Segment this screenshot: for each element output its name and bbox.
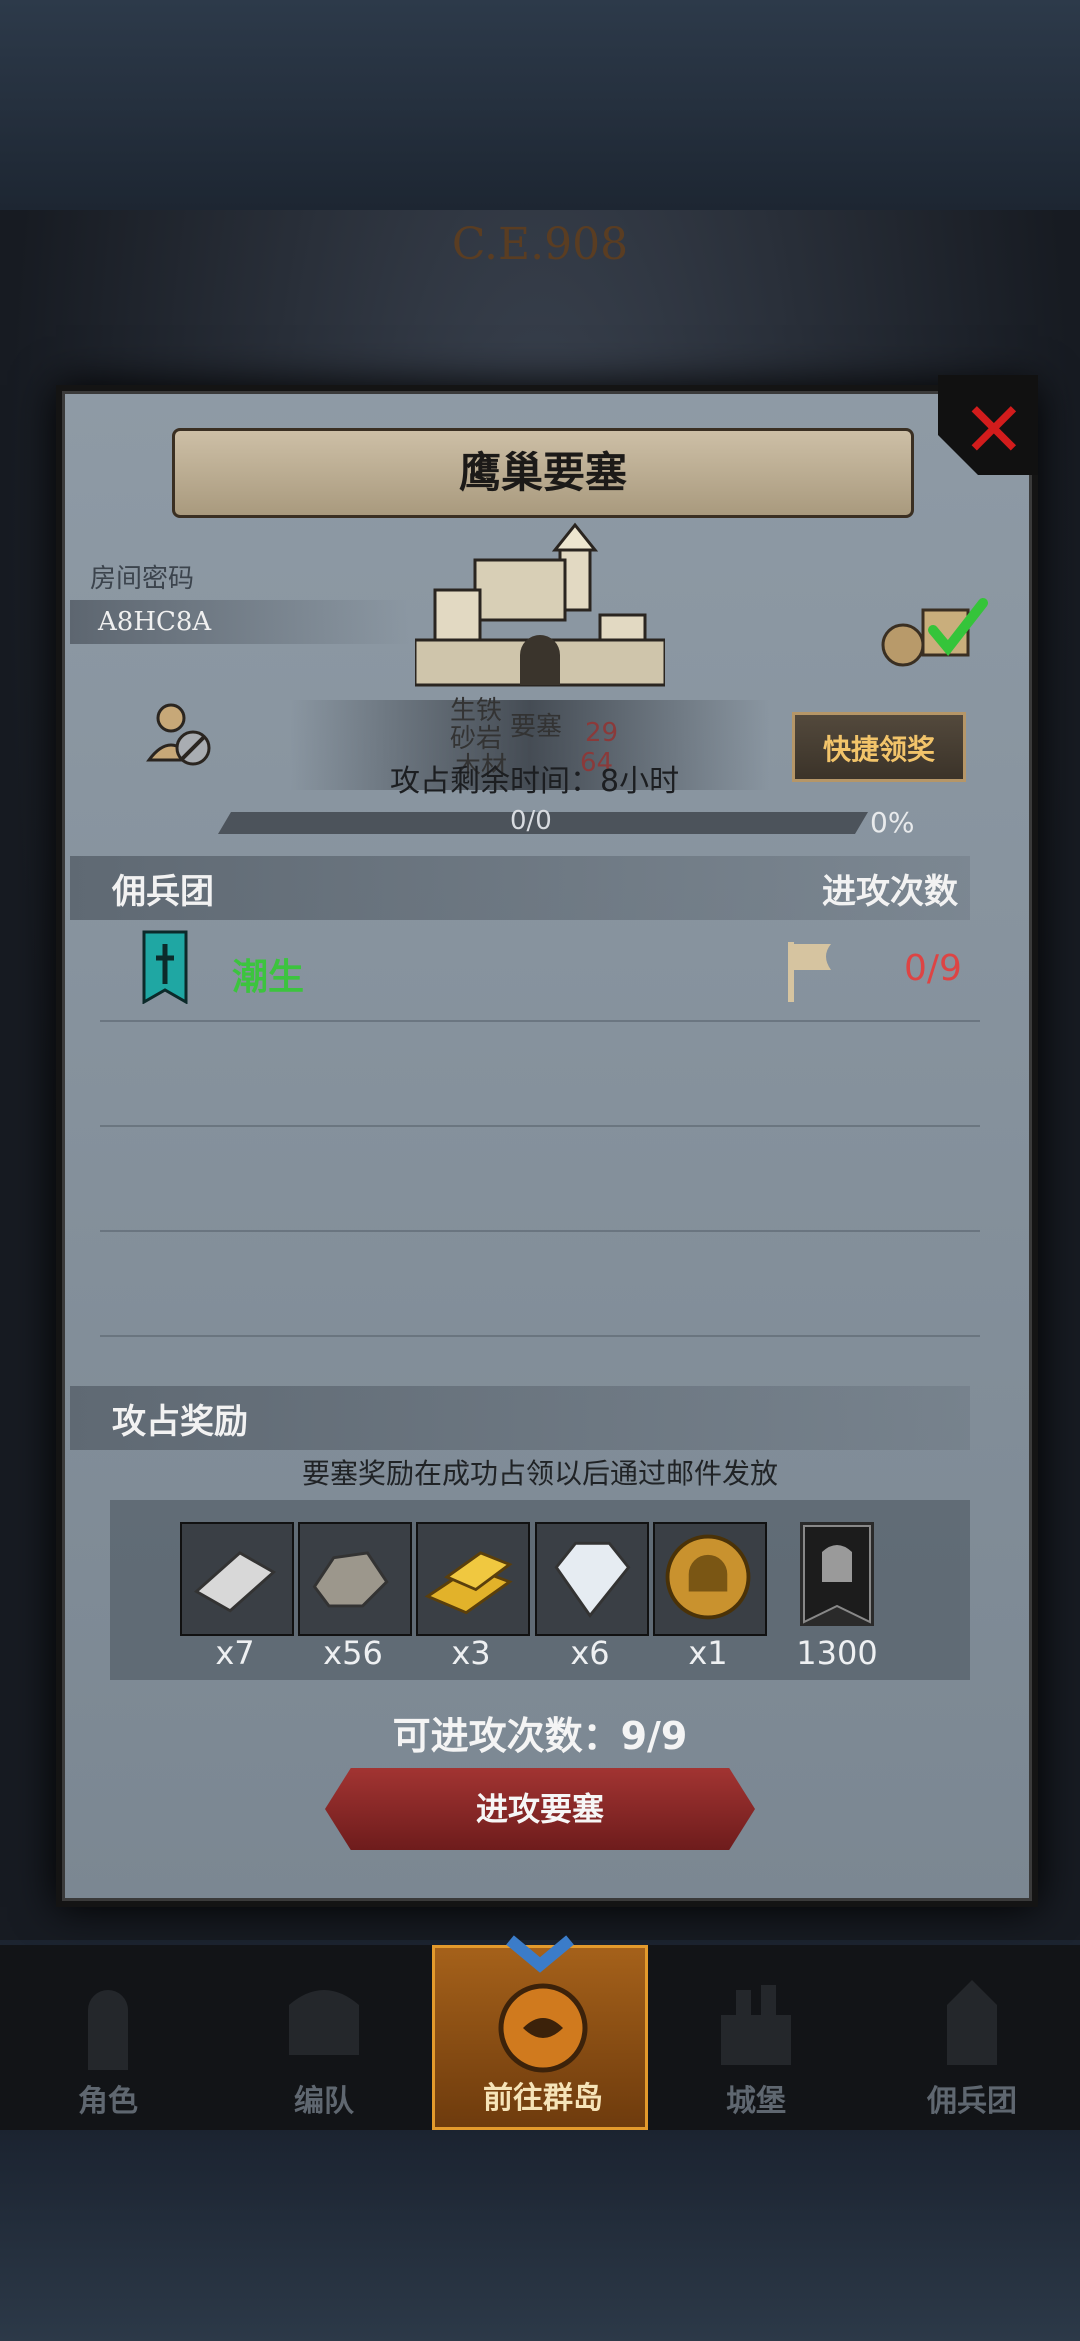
occupy-timer: 攻占剩余时间：8小时	[390, 764, 680, 799]
guild-banner-icon	[142, 930, 188, 1004]
list-divider	[100, 1020, 980, 1022]
nav-label: 佣兵团	[927, 2084, 1017, 2119]
reward-qty: x56	[323, 1634, 383, 1672]
reward-qty: x1	[688, 1634, 728, 1672]
room-code[interactable]: A8HC8A	[70, 600, 410, 644]
no-entry-person-icon[interactable]	[145, 700, 215, 770]
gold-bar-icon	[424, 1551, 513, 1615]
nav-item-mercenary[interactable]: 佣兵团	[864, 1945, 1080, 2130]
claimed-rewards-icon[interactable]	[878, 590, 998, 670]
fortress-icon	[947, 1980, 997, 2065]
reward-tile[interactable]	[180, 1522, 294, 1636]
chevron-down-icon	[506, 1935, 574, 1973]
mercenary-section-title: 佣兵团	[112, 872, 214, 912]
nav-item-character[interactable]: 角色	[0, 1945, 216, 2130]
reward-qty: x7	[215, 1634, 255, 1672]
stone-icon	[312, 1551, 389, 1608]
reward-qty: 1300	[796, 1634, 878, 1672]
banner-bull-icon	[803, 1525, 871, 1624]
list-divider	[100, 1125, 980, 1127]
castle-icon	[721, 1985, 791, 2065]
nav-label: 城堡	[726, 2084, 786, 2119]
reward-section-title: 攻占奖励	[112, 1402, 248, 1442]
reward-tile[interactable]	[416, 1522, 530, 1636]
flag-icon	[788, 942, 831, 1002]
nav-label: 前往群岛	[483, 2081, 603, 2116]
nav-label: 编队	[294, 2084, 354, 2119]
helmet-coin-icon	[665, 1534, 751, 1620]
island-icon	[498, 1983, 588, 2073]
room-code-label: 房间密码	[90, 564, 195, 594]
top-background	[0, 0, 1080, 210]
reward-qty: x3	[451, 1634, 491, 1672]
remaining-attacks: 可进攻次数：9/9	[392, 1714, 688, 1758]
reward-tile[interactable]	[653, 1522, 767, 1636]
reward-qty: x6	[570, 1634, 610, 1672]
close-icon: ✕	[962, 385, 1026, 474]
nav-item-castle[interactable]: 城堡	[648, 1945, 864, 2130]
nav-label: 角色	[78, 2084, 138, 2119]
quick-claim-button[interactable]: 快捷领奖	[792, 712, 966, 782]
reward-tile[interactable]	[800, 1522, 874, 1626]
guild-name[interactable]: 潮生	[232, 948, 304, 1000]
castle-icon	[415, 522, 665, 687]
progress-percent: 0%	[870, 806, 915, 839]
ghost-value: 29	[585, 718, 619, 748]
knight-icon	[88, 1990, 128, 2070]
reward-tile[interactable]	[535, 1522, 649, 1636]
armor-icon	[289, 1990, 359, 2055]
iron-bar-icon	[193, 1551, 277, 1613]
reward-note: 要塞奖励在成功占领以后通过邮件发放	[301, 1457, 778, 1490]
attack-count-header: 进攻次数	[822, 872, 958, 912]
progress-count: 0/0	[510, 806, 552, 836]
ghost-label: 要塞	[510, 712, 563, 742]
attack-fortress-button[interactable]: 进攻要塞	[325, 1768, 755, 1850]
list-divider	[100, 1335, 980, 1337]
list-divider	[100, 1230, 980, 1232]
bottom-background	[0, 2130, 1080, 2341]
diamond-icon	[554, 1541, 631, 1618]
guild-attack-count: 0/9	[904, 948, 962, 989]
reward-tile[interactable]	[298, 1522, 412, 1636]
dialog-title: 鹰巢要塞	[172, 428, 914, 518]
nav-item-formation[interactable]: 编队	[216, 1945, 432, 2130]
era-label: C.E.908	[451, 219, 629, 270]
